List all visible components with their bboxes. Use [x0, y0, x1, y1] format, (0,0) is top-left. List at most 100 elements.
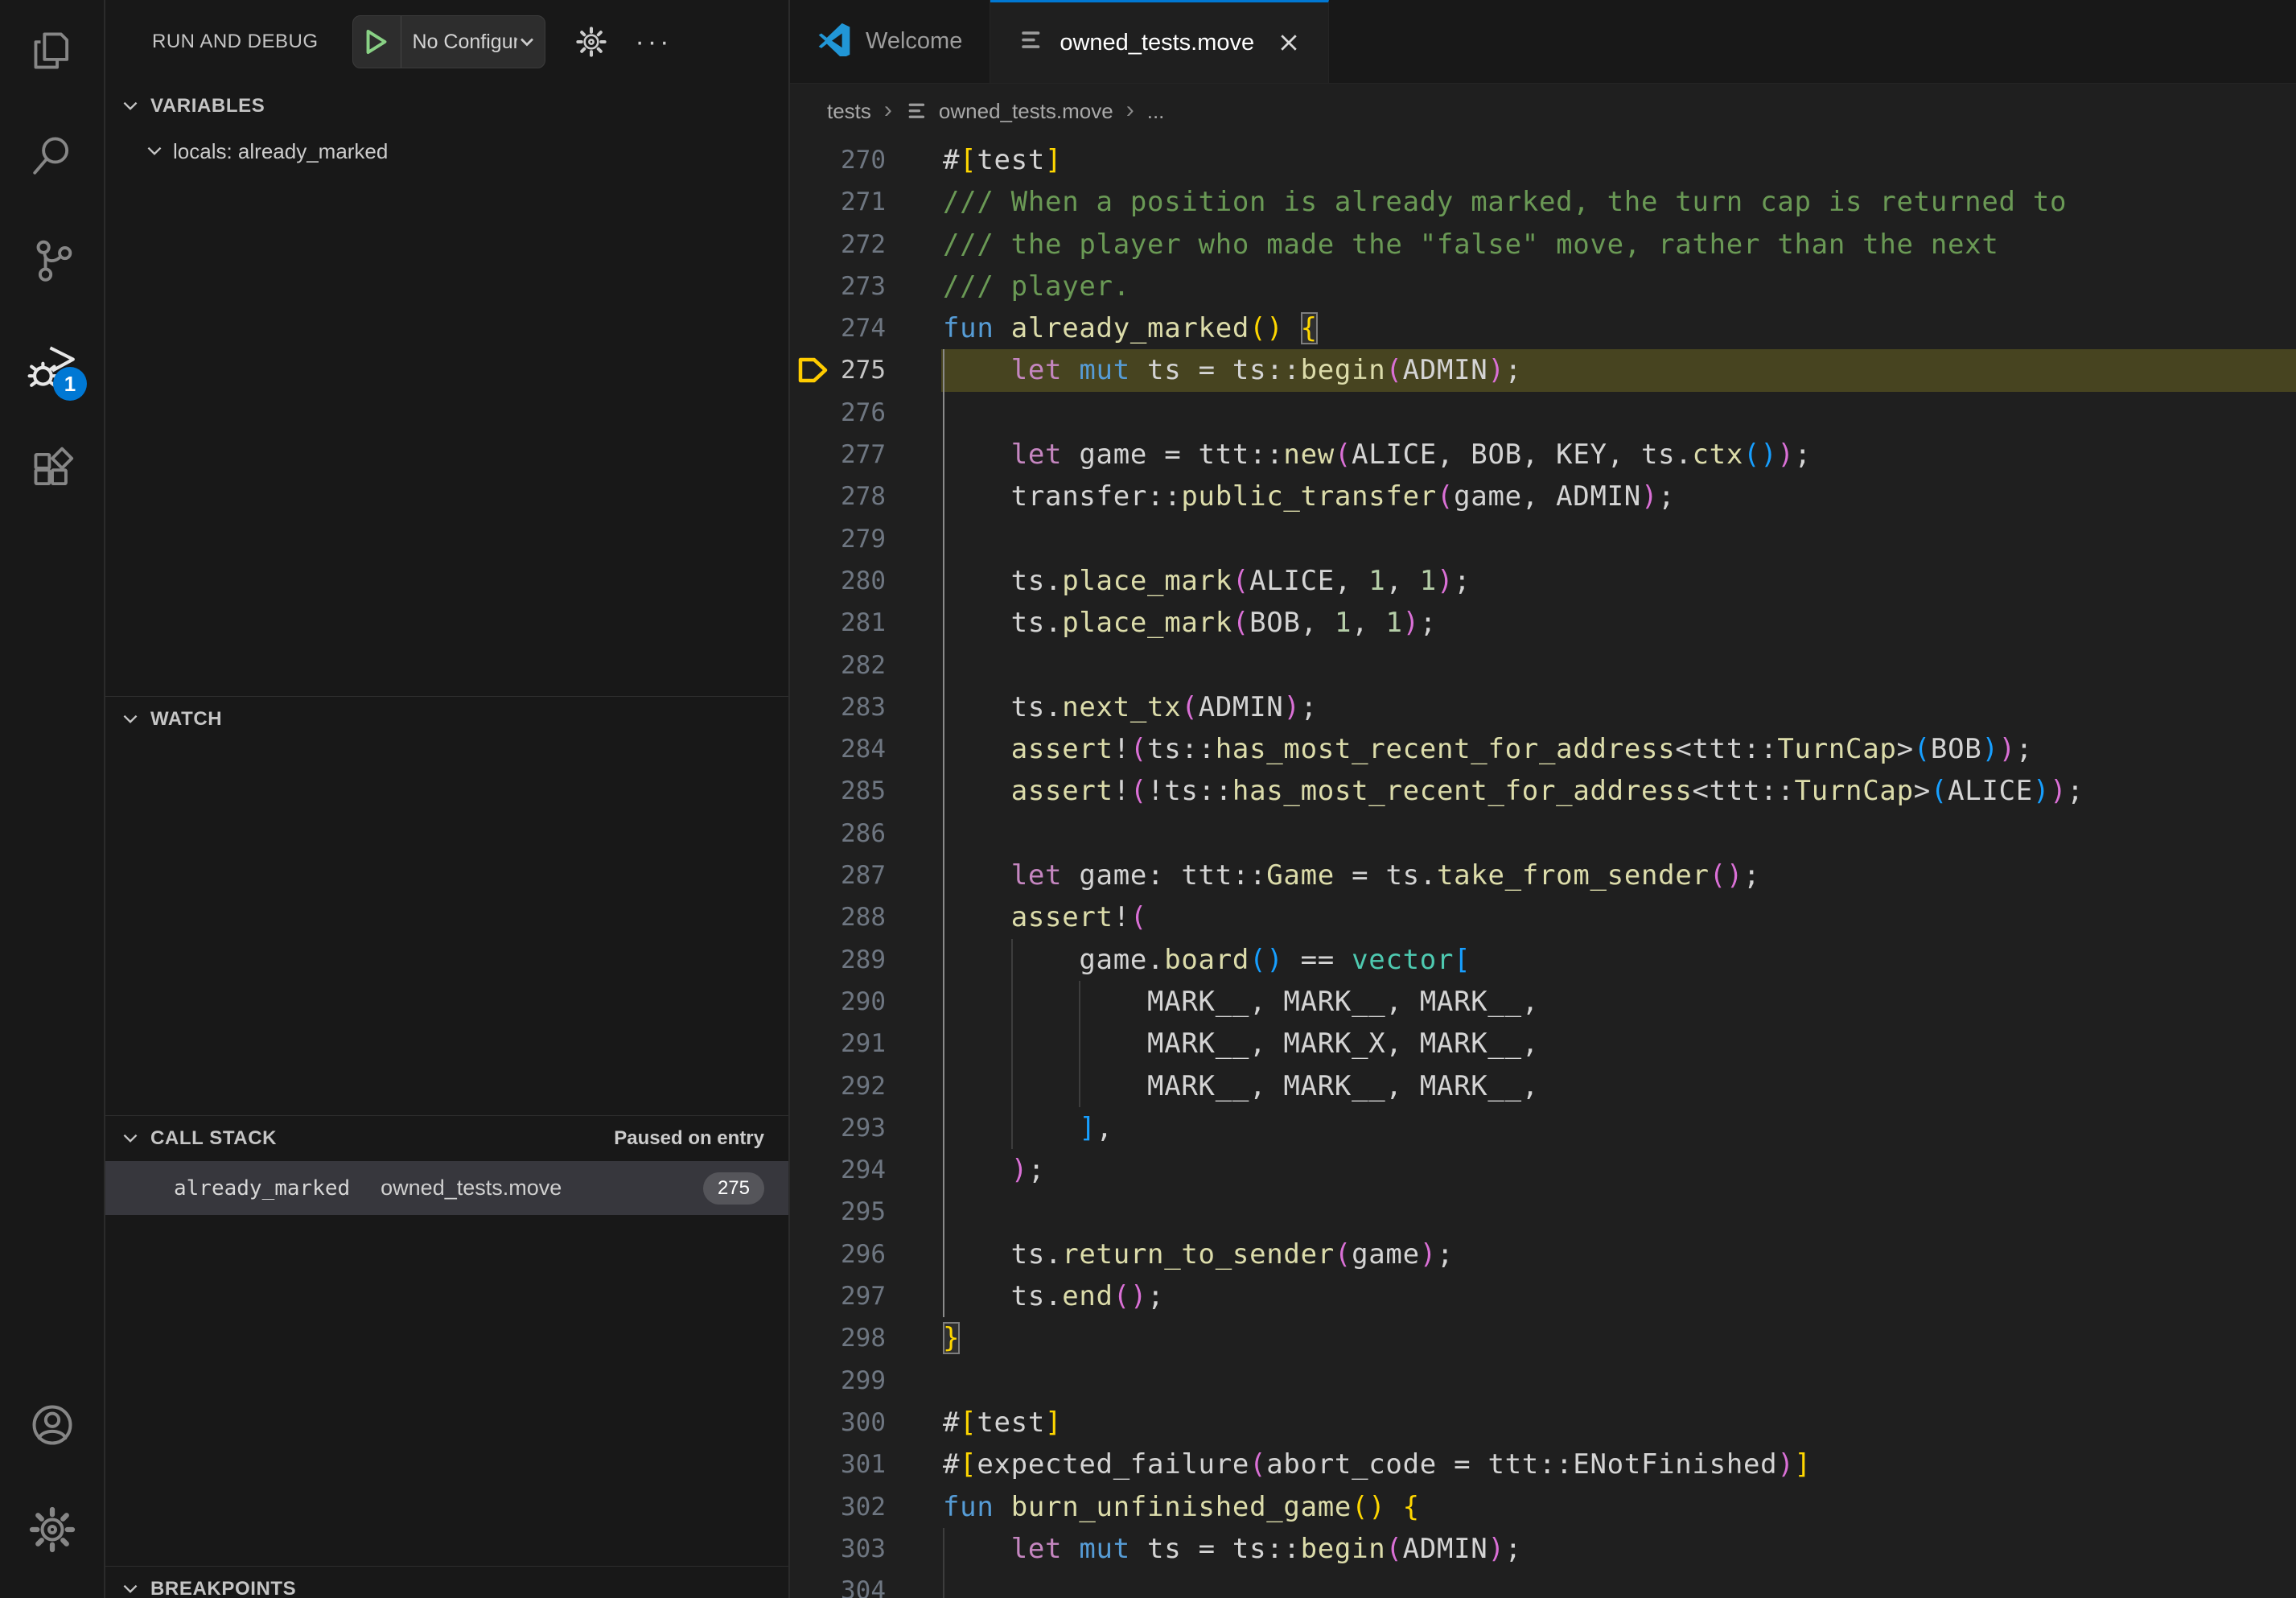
gutter[interactable]: 288 — [790, 896, 886, 938]
gutter[interactable]: 300 — [790, 1402, 886, 1444]
sidebar-item-extensions[interactable] — [0, 418, 105, 523]
code-line[interactable]: 292 MARK__, MARK__, MARK__, — [790, 1065, 2296, 1107]
watch-header[interactable]: WATCH — [105, 697, 788, 742]
gutter[interactable]: 286 — [790, 813, 886, 855]
code-editor[interactable]: 270#[test]271/// When a position is alre… — [790, 139, 2296, 1598]
gutter[interactable]: 270 — [790, 139, 886, 181]
sidebar-item-run-and-debug[interactable]: 1 — [0, 314, 105, 418]
code-line[interactable]: 295 — [790, 1191, 2296, 1233]
code-line[interactable]: 296 ts.return_to_sender(game); — [790, 1234, 2296, 1275]
gutter[interactable]: 276 — [790, 392, 886, 434]
code-line[interactable]: 279 — [790, 518, 2296, 560]
gutter[interactable]: 297 — [790, 1275, 886, 1317]
start-debug-icon[interactable] — [353, 16, 401, 68]
code-line[interactable]: 303 let mut ts = ts::begin(ADMIN); — [790, 1528, 2296, 1570]
code-line-content: #[expected_failure(abort_code = ttt::ENo… — [886, 1444, 2296, 1485]
gutter[interactable]: 298 — [790, 1317, 886, 1359]
code-line[interactable]: 270#[test] — [790, 139, 2296, 181]
gutter[interactable]: 299 — [790, 1360, 886, 1402]
variables-header[interactable]: VARIABLES — [105, 84, 788, 129]
sidebar-item-source-control[interactable] — [0, 209, 105, 314]
code-line[interactable]: 282 — [790, 645, 2296, 686]
code-line[interactable]: 276 — [790, 392, 2296, 434]
gutter[interactable]: 304 — [790, 1570, 886, 1598]
gutter[interactable]: 272 — [790, 224, 886, 266]
code-line[interactable]: 277 let game = ttt::new(ALICE, BOB, KEY,… — [790, 434, 2296, 476]
tab-owned-tests-move[interactable]: owned_tests.move — [990, 0, 1329, 83]
code-line[interactable]: 294 ); — [790, 1149, 2296, 1191]
code-line[interactable]: 283 ts.next_tx(ADMIN); — [790, 686, 2296, 728]
gutter[interactable]: 285 — [790, 770, 886, 812]
more-actions-icon[interactable]: ··· — [636, 28, 673, 56]
code-line[interactable]: 271/// When a position is already marked… — [790, 181, 2296, 223]
gutter[interactable]: 289 — [790, 939, 886, 981]
gutter[interactable]: 271 — [790, 181, 886, 223]
code-line[interactable]: 302fun burn_unfinished_game() { — [790, 1486, 2296, 1528]
breadcrumb-item-tests[interactable]: tests — [827, 99, 871, 124]
account-button[interactable] — [0, 1374, 105, 1479]
gutter[interactable]: 293 — [790, 1107, 886, 1149]
code-line[interactable]: 278 transfer::public_transfer(game, ADMI… — [790, 476, 2296, 517]
gutter[interactable]: 291 — [790, 1023, 886, 1065]
debug-settings-gear-icon[interactable] — [574, 25, 608, 59]
gutter[interactable]: 281 — [790, 602, 886, 644]
code-line[interactable]: 301#[expected_failure(abort_code = ttt::… — [790, 1444, 2296, 1485]
code-line[interactable]: 273/// player. — [790, 266, 2296, 307]
gutter[interactable]: 292 — [790, 1065, 886, 1107]
call-stack-header[interactable]: CALL STACK Paused on entry — [105, 1116, 788, 1161]
settings-button[interactable] — [0, 1479, 105, 1584]
code-text: let game: ttt::Game = ts.take_from_sende… — [943, 859, 1760, 892]
code-line[interactable]: 298} — [790, 1317, 2296, 1359]
code-line[interactable]: 300#[test] — [790, 1402, 2296, 1444]
gutter[interactable]: 275 — [790, 349, 886, 391]
breakpoints-header[interactable]: BREAKPOINTS — [105, 1567, 788, 1598]
gutter[interactable]: 301 — [790, 1444, 886, 1485]
code-line[interactable]: 286 — [790, 813, 2296, 855]
gutter[interactable]: 290 — [790, 981, 886, 1023]
gutter[interactable]: 282 — [790, 645, 886, 686]
code-line[interactable]: 287 let game: ttt::Game = ts.take_from_s… — [790, 855, 2296, 896]
locals-scope-row[interactable]: locals: already_marked — [105, 129, 788, 174]
chevron-down-icon — [120, 709, 141, 730]
code-line[interactable]: 275 let mut ts = ts::begin(ADMIN); — [790, 349, 2296, 391]
code-line[interactable]: 274fun already_marked() { — [790, 307, 2296, 349]
code-line[interactable]: 272/// the player who made the "false" m… — [790, 224, 2296, 266]
breadcrumb-item-file[interactable]: owned_tests.move — [939, 99, 1113, 124]
gutter[interactable]: 303 — [790, 1528, 886, 1570]
gutter[interactable]: 274 — [790, 307, 886, 349]
code-line[interactable]: 284 assert!(ts::has_most_recent_for_addr… — [790, 728, 2296, 770]
gutter[interactable]: 294 — [790, 1149, 886, 1191]
code-text: ts.end(); — [943, 1280, 1164, 1312]
gutter[interactable]: 273 — [790, 266, 886, 307]
gutter[interactable]: 284 — [790, 728, 886, 770]
gutter[interactable]: 279 — [790, 518, 886, 560]
sidebar-item-explorer[interactable] — [0, 0, 105, 105]
gutter[interactable]: 278 — [790, 476, 886, 517]
gutter[interactable]: 295 — [790, 1191, 886, 1233]
code-line[interactable]: 304 — [790, 1570, 2296, 1598]
breadcrumb-item-more[interactable]: ... — [1147, 99, 1165, 124]
code-line[interactable]: 291 MARK__, MARK_X, MARK__, — [790, 1023, 2296, 1065]
code-line[interactable]: 280 ts.place_mark(ALICE, 1, 1); — [790, 560, 2296, 602]
gutter[interactable]: 287 — [790, 855, 886, 896]
close-icon[interactable] — [1277, 31, 1301, 55]
code-line[interactable]: 299 — [790, 1360, 2296, 1402]
line-number: 276 — [790, 392, 886, 434]
code-line[interactable]: 288 assert!( — [790, 896, 2296, 938]
code-line[interactable]: 297 ts.end(); — [790, 1275, 2296, 1317]
gutter[interactable]: 277 — [790, 434, 886, 476]
gutter[interactable]: 280 — [790, 560, 886, 602]
stack-frame-row[interactable]: already_marked owned_tests.move 275 — [105, 1161, 788, 1215]
code-line[interactable]: 290 MARK__, MARK__, MARK__, — [790, 981, 2296, 1023]
debug-configuration-dropdown[interactable]: No Configura — [352, 15, 545, 68]
code-line[interactable]: 289 game.board() == vector[ — [790, 939, 2296, 981]
code-line-content — [886, 1570, 2296, 1598]
code-line[interactable]: 293 ], — [790, 1107, 2296, 1149]
code-line[interactable]: 281 ts.place_mark(BOB, 1, 1); — [790, 602, 2296, 644]
code-line[interactable]: 285 assert!(!ts::has_most_recent_for_add… — [790, 770, 2296, 812]
gutter[interactable]: 296 — [790, 1234, 886, 1275]
sidebar-item-search[interactable] — [0, 105, 105, 209]
gutter[interactable]: 283 — [790, 686, 886, 728]
gutter[interactable]: 302 — [790, 1486, 886, 1528]
tab-welcome[interactable]: Welcome — [790, 0, 990, 83]
